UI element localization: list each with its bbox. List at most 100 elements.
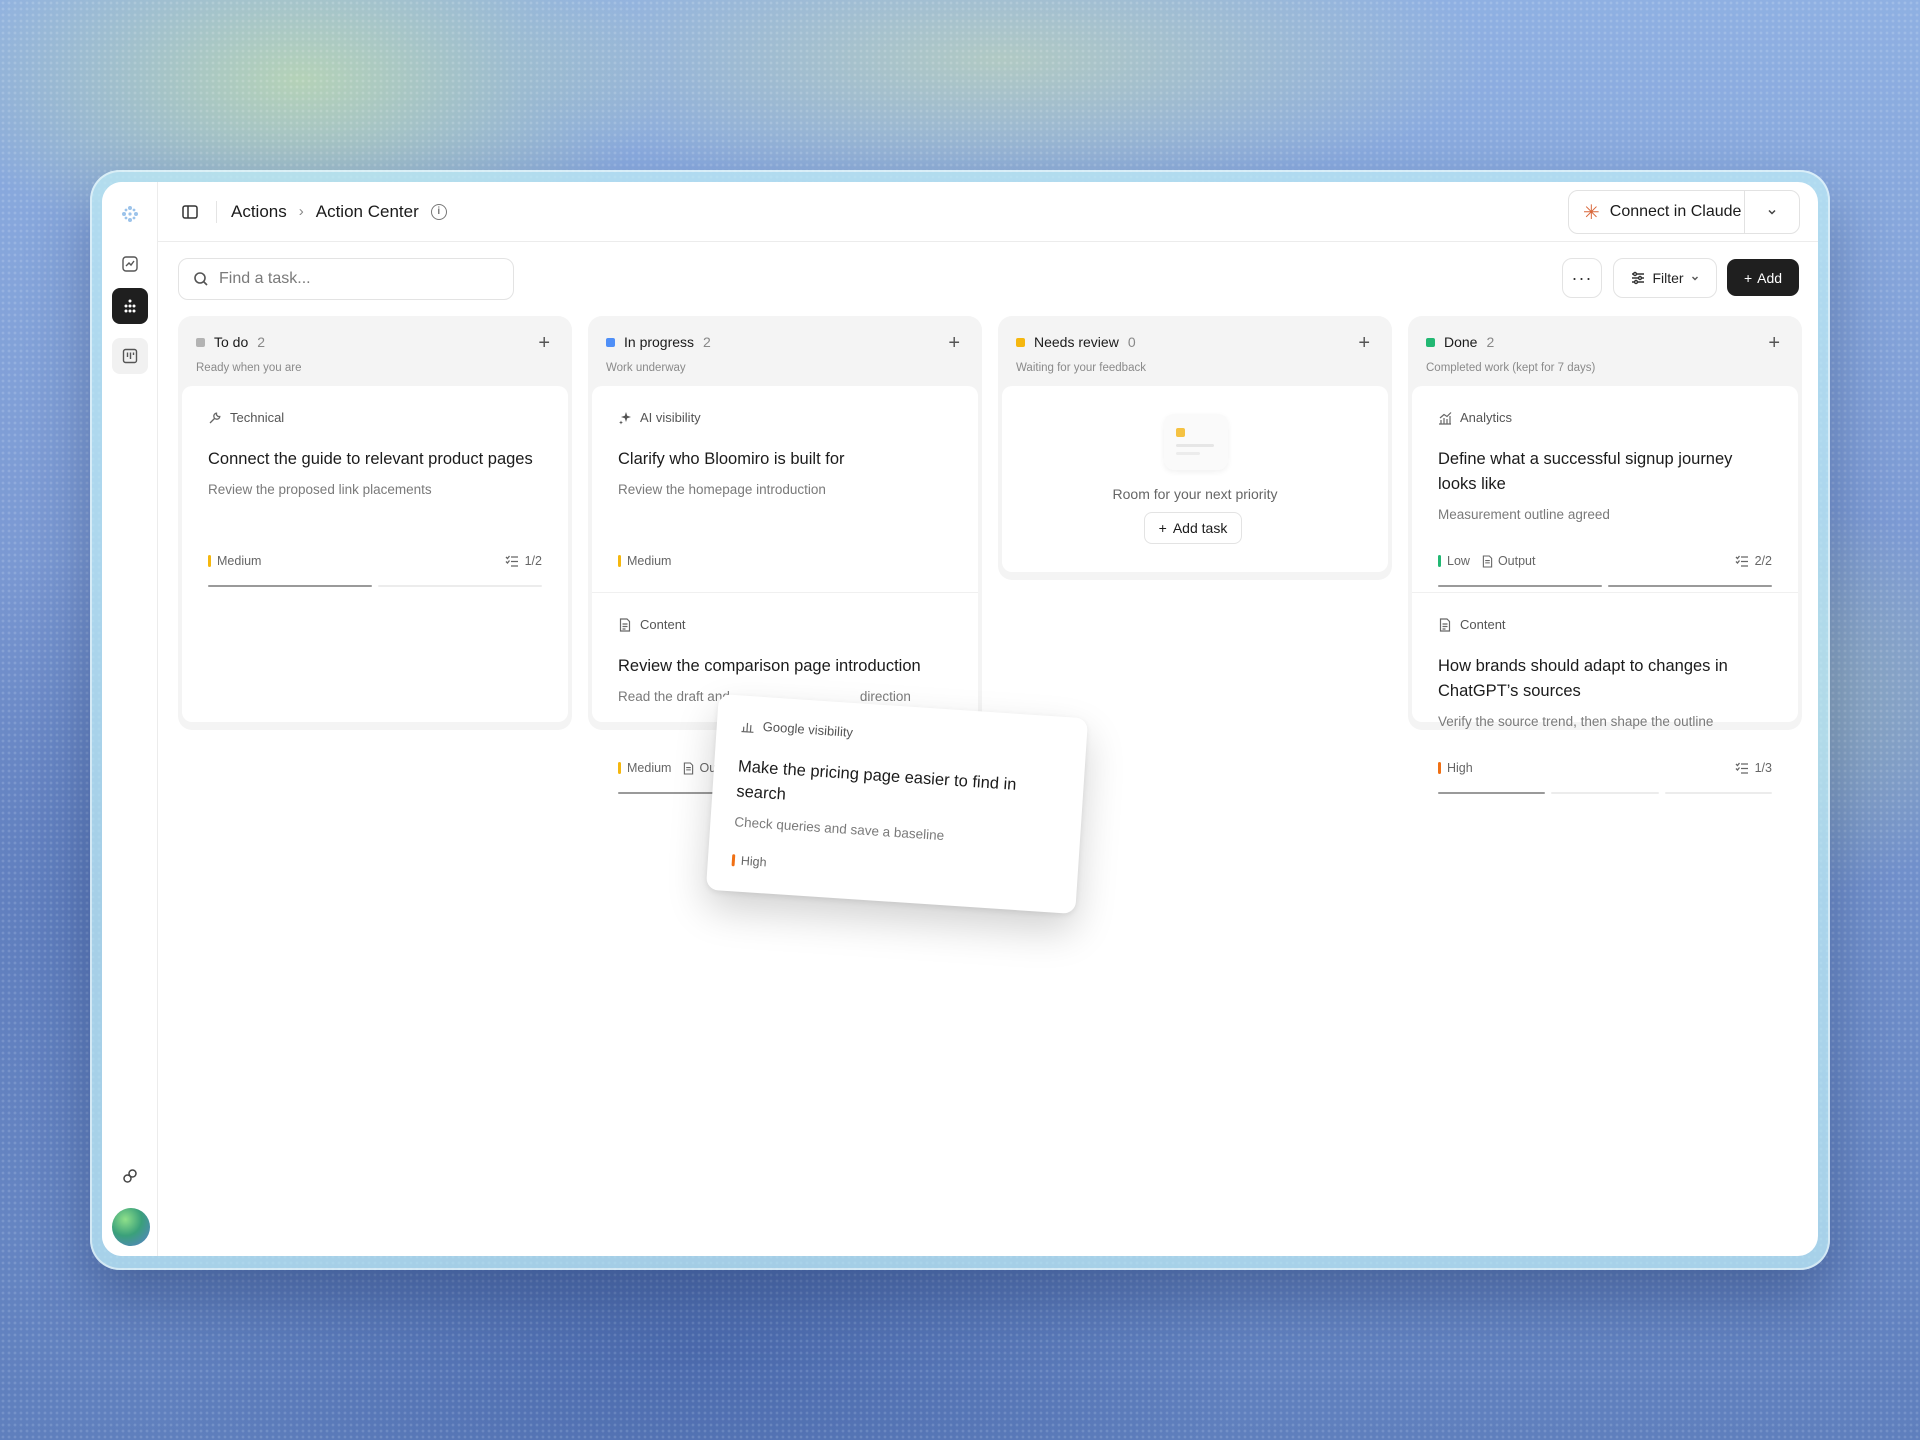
chevron-down-icon [1691,276,1698,281]
column-count: 2 [1486,334,1495,350]
column-subtitle: Completed work (kept for 7 days) [1426,362,1596,374]
document-icon [618,617,632,632]
output-badge: Ou [683,761,716,775]
task-card[interactable]: AI visibility Clarify who Bloomiro is bu… [592,386,978,592]
progress-segment [618,792,718,794]
priority-label: Medium [627,761,672,775]
add-task-button[interactable]: + Add task [1144,512,1242,544]
column-title: Needs review [1034,334,1119,350]
action-center-nav-icon[interactable] [112,288,148,324]
card-tag: Content [1438,617,1772,632]
connect-main[interactable]: ✳ Connect in Claude [1569,191,1745,233]
card-tag-label: AI visibility [640,410,701,425]
task-card[interactable]: Content How brands should adapt to chang… [1412,592,1798,794]
connect-in-claude-button[interactable]: ✳ Connect in Claude [1568,190,1800,234]
subtask-count: 1/2 [505,554,542,568]
card-list: AI visibility Clarify who Bloomiro is bu… [592,386,978,794]
analytics-icon [1438,411,1452,425]
column-subtitle: Waiting for your feedback [1016,362,1146,374]
card-tag-label: Google visibility [762,718,854,740]
card-list: Technical Connect the guide to relevant … [182,386,568,722]
column-count: 2 [257,334,266,350]
column-header: To do 2 + Ready when you are [182,320,568,386]
card-tag: Content [618,617,952,632]
chevron-right-icon: › [298,203,304,220]
column-needs-review: Needs review 0 + Waiting for your feedba… [998,316,1392,580]
subtask-label: 1/3 [1754,761,1772,775]
priority-label: High [740,853,768,870]
checklist-icon [1735,762,1748,774]
priority-badge: High [731,853,767,869]
card-description-end: direction [859,689,911,704]
dragged-task-card[interactable]: Google visibility Make the pricing page … [705,693,1089,915]
priority-indicator [618,555,621,567]
progress-bar [618,792,718,794]
progress-bar [208,585,542,587]
card-list: Analytics Define what a successful signu… [1412,386,1798,794]
card-description: Measurement outline agreed [1438,507,1610,522]
add-card-plus-icon[interactable]: + [1358,332,1370,355]
card-title: Review the comparison page introduction [618,657,921,675]
card-footer: Medium [618,554,952,568]
filter-button[interactable]: Filter [1613,258,1717,298]
progress-segment [1551,792,1659,794]
add-card-plus-icon[interactable]: + [948,332,960,355]
card-footer: Low Output 2/2 [1438,554,1772,568]
card-footer: Medium 1/2 [208,554,542,568]
card-tag-label: Analytics [1460,410,1513,425]
info-icon[interactable]: i [430,203,447,220]
priority-indicator [208,555,211,567]
empty-state-text: Room for your next priority [1112,486,1278,502]
chevron-down-icon[interactable] [1745,206,1799,218]
add-task-label: Add task [1172,520,1228,536]
illustration-line [1176,452,1200,455]
column-todo: To do 2 + Ready when you are Technical C… [178,316,572,730]
subtask-count: 1/3 [1735,761,1772,775]
progress-segment [378,585,542,587]
connect-label: Connect in Claude [1609,203,1742,220]
priority-label: Low [1447,554,1470,568]
add-label: Add [1757,269,1783,286]
avatar[interactable] [112,1208,150,1246]
card-tag: Google visibility [740,717,1062,753]
card-tag-label: Technical [230,410,285,425]
board-nav-icon[interactable] [112,338,148,374]
card-description: Verify the source trend, then shape the … [1438,714,1714,729]
column-subtitle: Work underway [606,362,686,374]
subtask-label: 1/2 [524,554,542,568]
output-label: Output [1497,554,1536,568]
search-box [178,258,514,300]
priority-badge: Medium [208,554,261,568]
wrench-icon [208,411,222,425]
add-button[interactable]: + Add [1727,259,1799,296]
progress-segment [1438,792,1546,794]
status-dot [1016,337,1025,347]
subtask-count: 2/2 [1735,554,1772,568]
logo-icon[interactable] [112,196,148,232]
search-input[interactable] [219,270,479,288]
checklist-icon [505,555,518,567]
subtask-label: 2/2 [1754,554,1772,568]
bar-chart-icon [740,718,755,733]
status-dot [606,337,615,347]
task-card[interactable]: Technical Connect the guide to relevant … [182,386,568,592]
sidebar-rail [102,182,158,1256]
plus-icon: + [1743,269,1753,286]
sidebar-toggle-icon[interactable] [178,200,202,224]
analytics-nav-icon[interactable] [112,246,148,282]
progress-segment [1608,585,1772,587]
breadcrumb-actions[interactable]: Actions [231,202,287,222]
card-title: Make the pricing page easier to find in … [735,757,1017,804]
empty-state: Room for your next priority + Add task [1002,386,1388,572]
add-card-plus-icon[interactable]: + [1768,332,1780,355]
task-card[interactable]: Analytics Define what a successful signu… [1412,386,1798,592]
card-footer: High [731,853,1053,888]
add-card-plus-icon[interactable]: + [538,332,550,355]
card-title: Clarify who Bloomiro is built for [618,450,845,468]
priority-indicator [1438,555,1441,567]
checklist-icon [1735,555,1748,567]
priority-badge: High [1438,761,1473,775]
link-icon[interactable] [112,1158,148,1194]
more-options-button[interactable]: ··· [1562,258,1602,298]
progress-bar [1438,792,1772,794]
